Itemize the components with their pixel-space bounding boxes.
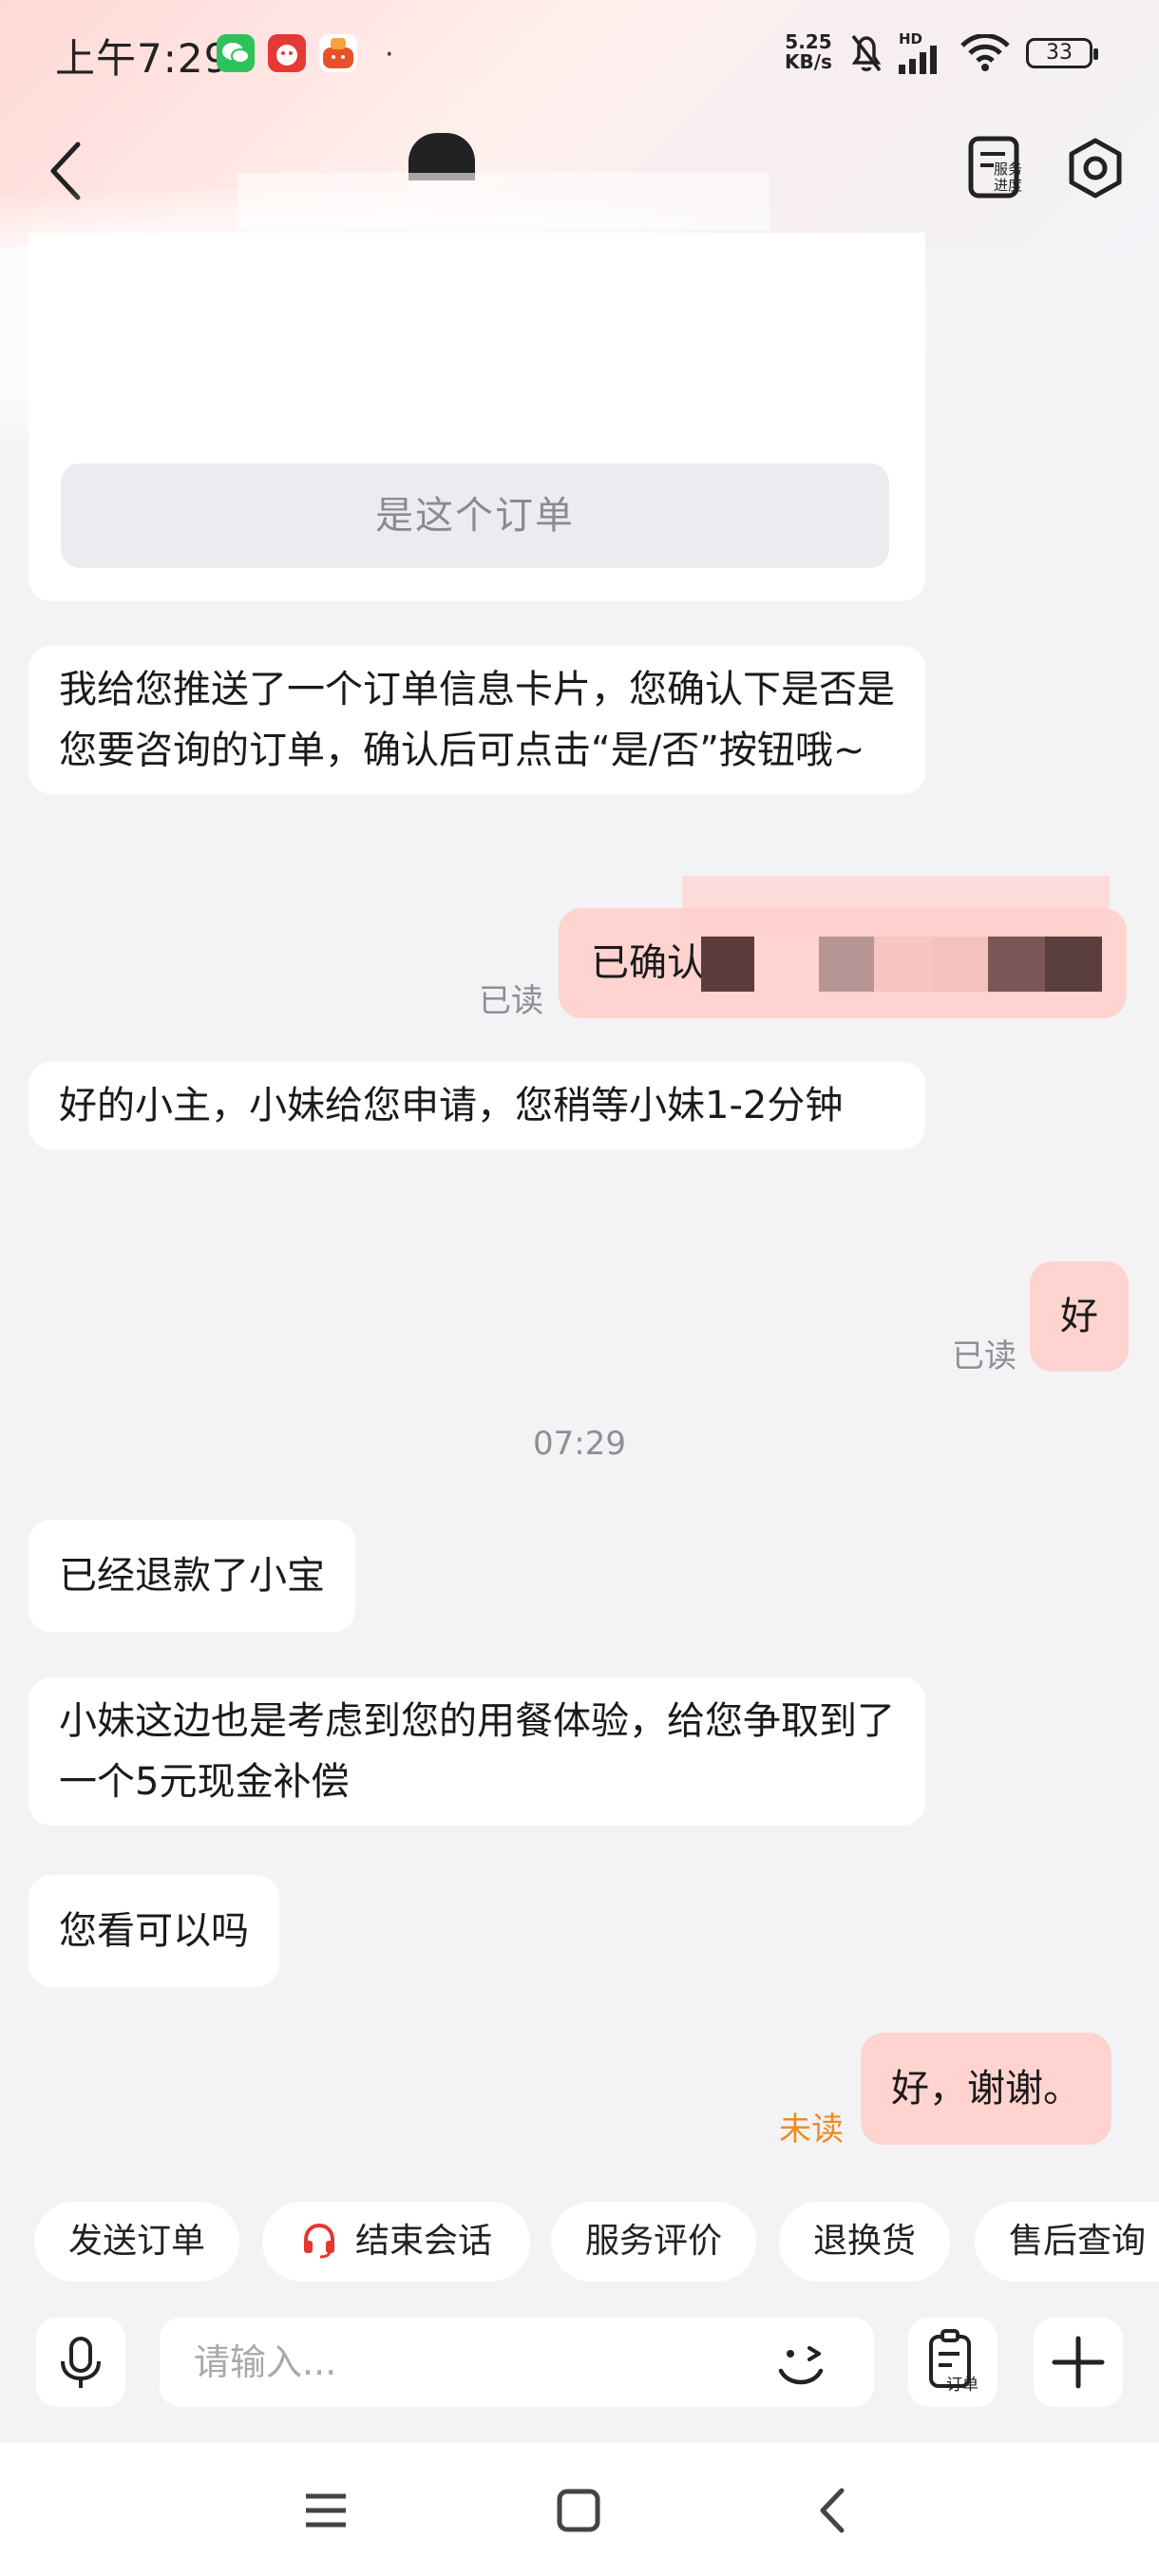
read-status: 已读 [479,982,543,1020]
chip-send-order[interactable]: 发送订单 [34,2202,239,2282]
wechat-icon [217,34,255,72]
status-bar: 上午7:29 · 5.25 KB/s HD 33 [0,0,1159,106]
more-actions-button[interactable] [1034,2318,1123,2407]
chip-label: 结束会话 [354,2222,492,2261]
confirm-order-button[interactable]: 是这个订单 [61,464,889,568]
app-notification-icon [268,34,306,72]
my-message: 好 [1030,1261,1129,1372]
chat-screen: 上午7:29 · 5.25 KB/s HD 33 服务进度 是这个订单 我给您推… [0,0,1159,2576]
redaction-pixel [682,876,1110,937]
service-progress-label[interactable]: 服务进度 [994,161,1032,194]
status-time: 上午7:29 [55,35,231,82]
chip-service-rating[interactable]: 服务评价 [551,2202,756,2282]
chip-label: 发送订单 [67,2222,205,2261]
battery-indicator: 33 [1026,38,1098,68]
message-input[interactable] [194,2318,726,2407]
system-navigation-bar [0,2443,1159,2576]
net-speed-unit: KB/s [785,50,832,73]
agent-message: 小妹这边也是考虑到您的用餐体验，给您争取到了一个5元现金补偿 [28,1677,925,1826]
chip-label: 售后查询 [1009,2222,1147,2261]
message-input-container[interactable] [160,2318,874,2407]
agent-message: 已经退款了小宝 [28,1520,355,1632]
chip-end-session[interactable]: 结束会话 [262,2202,530,2282]
wifi-icon [960,34,1010,71]
more-notifications-dot: · [385,38,394,71]
cellular-signal-icon [899,46,937,74]
net-speed: 5.25 KB/s [785,32,832,72]
voice-input-button[interactable] [36,2318,125,2407]
read-status: 已读 [952,1337,1016,1375]
chip-after-sales-query[interactable]: 售后查询 [975,2202,1159,2282]
redaction-pixel [931,937,988,992]
redaction-pixel [819,937,874,992]
redaction-pixel [988,937,1045,992]
order-shortcut-button[interactable]: 订单 [908,2318,998,2407]
net-speed-value: 5.25 [785,30,832,53]
unread-status: 未读 [779,2111,844,2149]
chip-label: 退换货 [812,2222,916,2261]
order-shortcut-label: 订单 [946,2376,978,2395]
headset-icon [303,2223,334,2259]
agent-message: 您看可以吗 [28,1875,279,1987]
chip-return-exchange[interactable]: 退换货 [779,2202,950,2282]
my-message: 已确认 [559,876,1127,1018]
mute-bell-icon [851,34,882,72]
my-message: 好，谢谢。 [861,2033,1112,2145]
redaction-pixel [701,937,754,992]
menu-icon[interactable] [293,2477,359,2544]
agent-message: 好的小主，小妹给您申请，您稍等小妹1-2分钟 [28,1062,925,1149]
redaction-pixel [874,937,931,992]
settings-icon[interactable] [1064,137,1127,199]
my-message-text: 已确认 [591,941,705,985]
redaction-pixel [1045,937,1102,992]
food-app-icon [319,34,357,72]
chip-label: 服务评价 [584,2222,722,2261]
emoji-icon[interactable] [768,2331,834,2397]
system-back-icon[interactable] [800,2477,866,2544]
chat-timestamp: 07:29 [533,1425,626,1463]
home-icon[interactable] [545,2477,612,2544]
agent-message: 我给您推送了一个订单信息卡片，您确认下是否是您要咨询的订单，确认后可点击“是/否… [28,646,925,794]
order-card-blur-overlay [0,190,950,456]
plus-icon [1052,2336,1105,2389]
microphone-icon [61,2337,101,2388]
